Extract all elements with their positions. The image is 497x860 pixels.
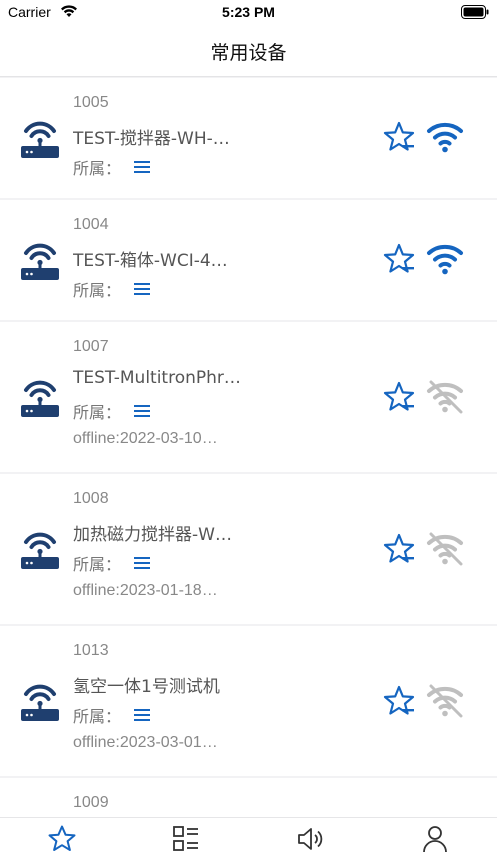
menu-icon[interactable] bbox=[133, 159, 151, 175]
wifi-offline-icon bbox=[427, 684, 463, 718]
tab-person-icon[interactable] bbox=[420, 824, 450, 854]
device-card[interactable]: 1009 bbox=[0, 778, 497, 818]
device-id: 1008 bbox=[73, 490, 109, 507]
favorite-star-icon[interactable] bbox=[382, 242, 416, 276]
nav-bar: 常用设备 bbox=[0, 26, 497, 77]
tab-list-grid-icon[interactable] bbox=[171, 824, 201, 854]
status-time: 5:23 PM bbox=[222, 4, 275, 20]
device-card[interactable]: 1013 氢空一体1号测试机 所属： offline:2023-03-01… bbox=[0, 626, 497, 776]
device-name: 加热磁力搅拌器-W… bbox=[73, 525, 232, 545]
device-card[interactable]: 1004 TEST-箱体-WCI-4… 所属： bbox=[0, 200, 497, 320]
offline-timestamp: offline:2023-01-18… bbox=[73, 582, 218, 599]
device-card[interactable]: 1008 加热磁力搅拌器-W… 所属： offline:2023-01-18… bbox=[0, 474, 497, 624]
device-id: 1005 bbox=[73, 94, 109, 111]
device-owner: 所属： bbox=[73, 551, 151, 575]
menu-icon[interactable] bbox=[133, 281, 151, 297]
device-owner: 所属： bbox=[73, 155, 151, 179]
page-title: 常用设备 bbox=[210, 42, 287, 64]
device-owner: 所属： bbox=[73, 399, 151, 423]
device-name: 氢空一体1号测试机 bbox=[73, 677, 220, 697]
owner-label: 所属： bbox=[73, 555, 122, 574]
wifi-online-icon bbox=[427, 122, 463, 153]
favorite-star-icon[interactable] bbox=[382, 120, 416, 154]
favorite-star-icon[interactable] bbox=[382, 380, 416, 414]
tab-speaker-icon[interactable] bbox=[296, 824, 326, 854]
screen: Carrier 5:23 PM 常用设备 1005 TEST-搅拌器-WH-… … bbox=[0, 0, 497, 860]
owner-label: 所属： bbox=[73, 159, 122, 178]
device-owner: 所属： bbox=[73, 277, 151, 301]
device-id: 1007 bbox=[73, 338, 109, 355]
favorite-star-icon[interactable] bbox=[382, 684, 416, 718]
device-id: 1009 bbox=[73, 794, 109, 811]
battery-icon bbox=[461, 5, 489, 19]
device-id: 1004 bbox=[73, 216, 109, 233]
favorite-star-icon[interactable] bbox=[382, 532, 416, 566]
status-bar: Carrier 5:23 PM bbox=[0, 0, 497, 26]
router-icon bbox=[21, 532, 59, 569]
device-card[interactable]: 1007 TEST-MultitronPhr… 所属： offline:2022… bbox=[0, 322, 497, 472]
router-icon bbox=[21, 684, 59, 721]
device-name: TEST-MultitronPhr… bbox=[73, 368, 241, 388]
tab-favorites-star-icon[interactable] bbox=[47, 824, 77, 854]
router-icon bbox=[21, 243, 59, 280]
menu-icon[interactable] bbox=[133, 555, 151, 571]
device-name: TEST-搅拌器-WH-… bbox=[73, 129, 230, 149]
device-list[interactable]: 1005 TEST-搅拌器-WH-… 所属： 1004 TEST-箱体-WCI-… bbox=[0, 78, 497, 818]
device-name: TEST-箱体-WCI-4… bbox=[73, 251, 228, 271]
wifi-online-icon bbox=[427, 244, 463, 275]
router-icon bbox=[21, 380, 59, 417]
wifi-offline-icon bbox=[427, 380, 463, 414]
owner-label: 所属： bbox=[73, 707, 122, 726]
offline-timestamp: offline:2022-03-10… bbox=[73, 430, 218, 447]
owner-label: 所属： bbox=[73, 281, 122, 300]
menu-icon[interactable] bbox=[133, 707, 151, 723]
offline-timestamp: offline:2023-03-01… bbox=[73, 734, 218, 751]
router-icon bbox=[21, 121, 59, 158]
owner-label: 所属： bbox=[73, 403, 122, 422]
device-owner: 所属： bbox=[73, 703, 151, 727]
device-id: 1013 bbox=[73, 642, 109, 659]
device-card[interactable]: 1005 TEST-搅拌器-WH-… 所属： bbox=[0, 78, 497, 198]
menu-icon[interactable] bbox=[133, 403, 151, 419]
wifi-offline-icon bbox=[427, 532, 463, 566]
tab-bar bbox=[0, 817, 497, 860]
